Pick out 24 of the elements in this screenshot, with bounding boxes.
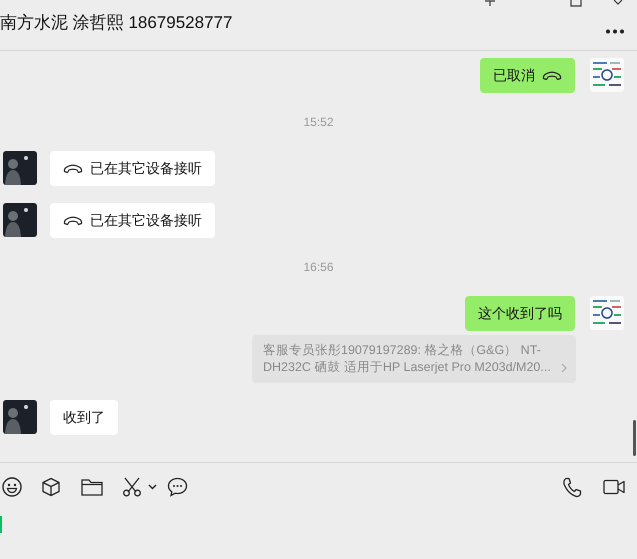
caret-icon[interactable] <box>148 484 157 490</box>
chat-bubble-icon[interactable] <box>167 477 188 497</box>
call-message[interactable]: 已在其它设备接听 <box>50 151 215 186</box>
emoji-icon[interactable] <box>2 477 22 497</box>
timestamp: 16:56 <box>303 259 334 275</box>
phone-icon <box>542 70 562 80</box>
phone-icon <box>63 216 83 226</box>
chat-title: 南方水泥 涂哲熙 18679528777 <box>0 12 232 34</box>
call-message[interactable]: 已在其它设备接听 <box>50 203 215 238</box>
scrollbar[interactable] <box>633 420 636 456</box>
phone-icon[interactable] <box>562 476 582 498</box>
call-message[interactable]: 已取消 <box>480 58 575 93</box>
timestamp: 15:52 <box>303 114 334 130</box>
quote-text: 客服专员张彤19079197289: 格之格（G&G） NT-DH232C 硒鼓 适用于HP Laserjet Pro M203d/M20... <box>263 342 552 376</box>
cube-icon[interactable] <box>41 477 61 497</box>
chat-message[interactable]: 收到了 <box>50 400 118 435</box>
folder-icon[interactable] <box>81 478 103 496</box>
more-icon[interactable] <box>605 29 625 34</box>
video-call-icon[interactable] <box>603 479 625 495</box>
scissors-icon[interactable] <box>122 477 142 497</box>
chevron-icon <box>561 363 567 373</box>
maximize-icon[interactable] <box>570 0 582 7</box>
chat-message[interactable]: 这个收到了吗 <box>465 296 575 331</box>
phone-icon <box>63 164 83 174</box>
